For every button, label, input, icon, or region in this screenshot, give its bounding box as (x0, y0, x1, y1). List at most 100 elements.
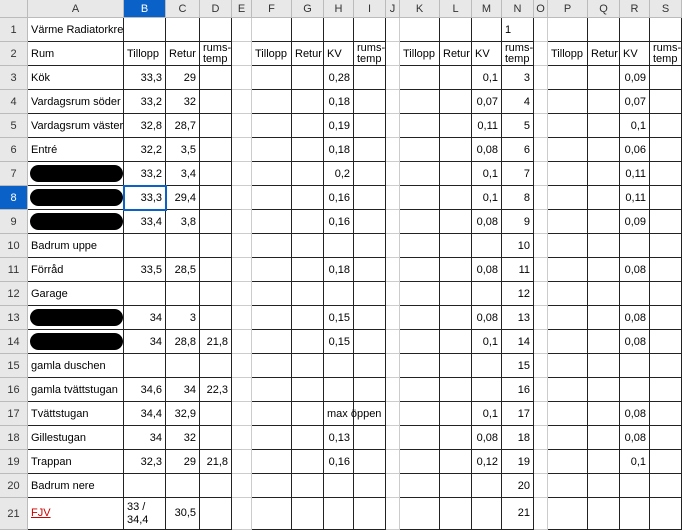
cell-L12[interactable] (440, 282, 472, 306)
cell-O19[interactable] (534, 450, 548, 474)
cell-M16[interactable] (472, 378, 502, 402)
cell-I11[interactable] (354, 258, 386, 282)
cell-J12[interactable] (386, 282, 400, 306)
cell-J15[interactable] (386, 354, 400, 378)
cell-B16[interactable]: 34,6 (124, 378, 166, 402)
cell-E8[interactable] (232, 186, 252, 210)
cell-H20[interactable] (324, 474, 354, 498)
cell-K8[interactable] (400, 186, 440, 210)
cell-N2[interactable]: rums-temp (502, 42, 534, 66)
cell-P18[interactable] (548, 426, 588, 450)
fjv-link[interactable]: FJV (31, 507, 51, 519)
cell-G8[interactable] (292, 186, 324, 210)
cell-S15[interactable] (650, 354, 682, 378)
cell-A10[interactable]: Badrum uppe (28, 234, 124, 258)
cell-L8[interactable] (440, 186, 472, 210)
cell-A3[interactable]: Kök (28, 66, 124, 90)
cell-K6[interactable] (400, 138, 440, 162)
cell-B2[interactable]: Tillopp (124, 42, 166, 66)
cell-P4[interactable] (548, 90, 588, 114)
cell-O1[interactable] (534, 18, 548, 42)
cell-E17[interactable] (232, 402, 252, 426)
cell-R6[interactable]: 0,06 (620, 138, 650, 162)
cell-L21[interactable] (440, 498, 472, 530)
cell-H2[interactable]: KV (324, 42, 354, 66)
cell-R4[interactable]: 0,07 (620, 90, 650, 114)
cell-P6[interactable] (548, 138, 588, 162)
cell-D10[interactable] (200, 234, 232, 258)
cell-F14[interactable] (252, 330, 292, 354)
cell-H12[interactable] (324, 282, 354, 306)
cell-D4[interactable] (200, 90, 232, 114)
cell-G7[interactable] (292, 162, 324, 186)
row-header-21[interactable]: 21 (0, 498, 28, 530)
cell-C3[interactable]: 29 (166, 66, 200, 90)
cell-L3[interactable] (440, 66, 472, 90)
cell-B17[interactable]: 34,4 (124, 402, 166, 426)
row-header-13[interactable]: 13 (0, 306, 28, 330)
cell-M15[interactable] (472, 354, 502, 378)
cell-S19[interactable] (650, 450, 682, 474)
cell-F2[interactable]: Tillopp (252, 42, 292, 66)
cell-P1[interactable] (548, 18, 588, 42)
cell-G2[interactable]: Retur (292, 42, 324, 66)
cell-H13[interactable]: 0,15 (324, 306, 354, 330)
cell-H10[interactable] (324, 234, 354, 258)
cell-R3[interactable]: 0,09 (620, 66, 650, 90)
cell-I8[interactable] (354, 186, 386, 210)
cell-G18[interactable] (292, 426, 324, 450)
cell-K10[interactable] (400, 234, 440, 258)
cell-Q8[interactable] (588, 186, 620, 210)
cell-Q3[interactable] (588, 66, 620, 90)
cell-H17[interactable]: max öppen (324, 402, 354, 426)
cell-I12[interactable] (354, 282, 386, 306)
cell-J2[interactable] (386, 42, 400, 66)
cell-B8[interactable]: 33,3 (124, 186, 166, 210)
cell-J9[interactable] (386, 210, 400, 234)
cell-L2[interactable]: Retur (440, 42, 472, 66)
cell-S3[interactable] (650, 66, 682, 90)
col-header-E[interactable]: E (232, 0, 252, 18)
col-header-S[interactable]: S (650, 0, 682, 18)
row-header-10[interactable]: 10 (0, 234, 28, 258)
cell-O9[interactable] (534, 210, 548, 234)
cell-D3[interactable] (200, 66, 232, 90)
cell-K7[interactable] (400, 162, 440, 186)
cell-Q4[interactable] (588, 90, 620, 114)
cell-O17[interactable] (534, 402, 548, 426)
cell-J8[interactable] (386, 186, 400, 210)
cell-E10[interactable] (232, 234, 252, 258)
cell-Q10[interactable] (588, 234, 620, 258)
cell-F19[interactable] (252, 450, 292, 474)
cell-N12[interactable]: 12 (502, 282, 534, 306)
cell-O3[interactable] (534, 66, 548, 90)
cell-E16[interactable] (232, 378, 252, 402)
row-header-12[interactable]: 12 (0, 282, 28, 306)
row-header-4[interactable]: 4 (0, 90, 28, 114)
cell-O5[interactable] (534, 114, 548, 138)
cell-G21[interactable] (292, 498, 324, 530)
cell-E12[interactable] (232, 282, 252, 306)
col-header-K[interactable]: K (400, 0, 440, 18)
cell-F18[interactable] (252, 426, 292, 450)
cell-A20[interactable]: Badrum nere (28, 474, 124, 498)
cell-F11[interactable] (252, 258, 292, 282)
cell-L20[interactable] (440, 474, 472, 498)
cell-G9[interactable] (292, 210, 324, 234)
cell-J7[interactable] (386, 162, 400, 186)
cell-R12[interactable] (620, 282, 650, 306)
cell-I4[interactable] (354, 90, 386, 114)
cell-P20[interactable] (548, 474, 588, 498)
cell-D20[interactable] (200, 474, 232, 498)
cell-E19[interactable] (232, 450, 252, 474)
cell-O13[interactable] (534, 306, 548, 330)
cell-H1[interactable] (324, 18, 354, 42)
cell-C1[interactable] (166, 18, 200, 42)
cell-E1[interactable] (232, 18, 252, 42)
cell-K20[interactable] (400, 474, 440, 498)
cell-G19[interactable] (292, 450, 324, 474)
cell-R21[interactable] (620, 498, 650, 530)
cell-B3[interactable]: 33,3 (124, 66, 166, 90)
cell-B4[interactable]: 33,2 (124, 90, 166, 114)
cell-S13[interactable] (650, 306, 682, 330)
